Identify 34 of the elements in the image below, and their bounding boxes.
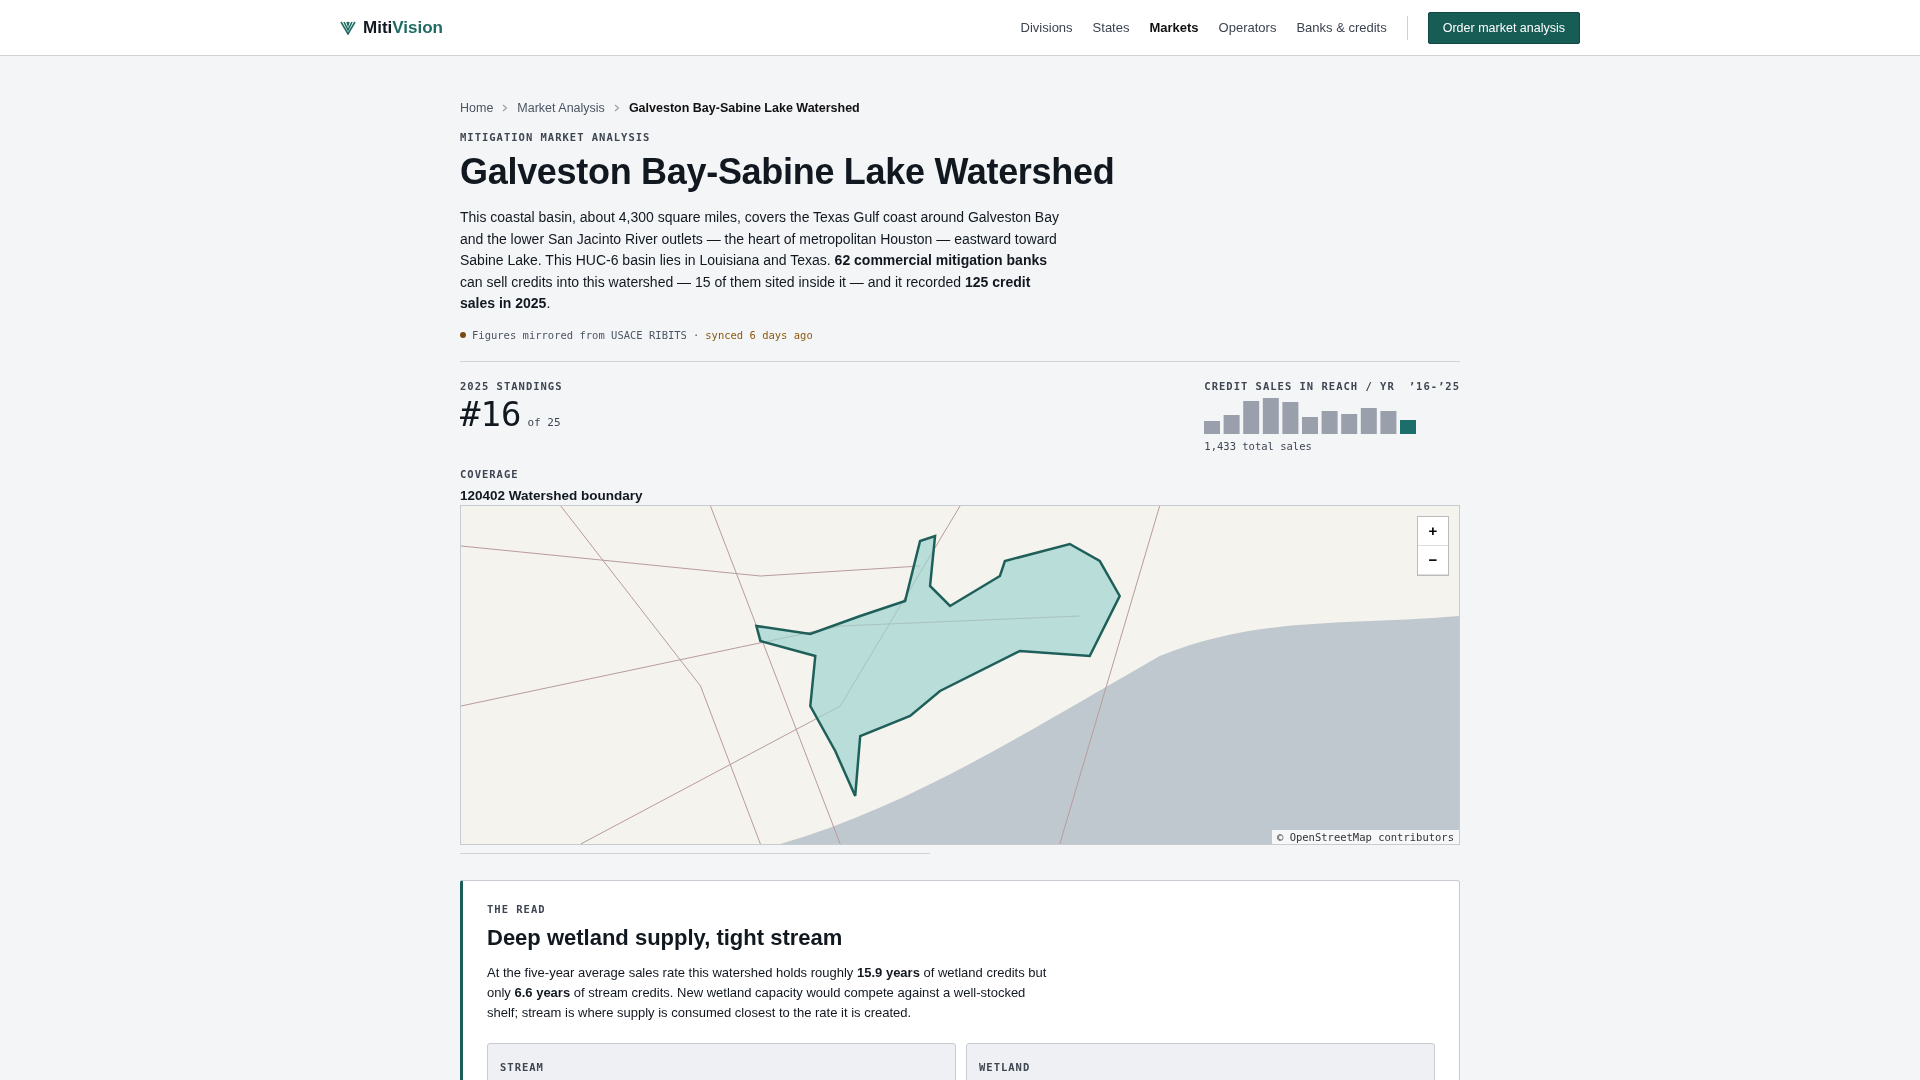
year-range: ’16-’25 bbox=[1408, 379, 1460, 392]
sync-status: synced 6 days ago bbox=[705, 328, 813, 341]
panel-label: WETLAND bbox=[979, 1060, 1031, 1073]
nav-link[interactable]: Divisions bbox=[1020, 20, 1073, 35]
eyebrow: MITIGATION MARKET ANALYSIS bbox=[460, 131, 652, 143]
boundary-label: 120402 Watershed boundary bbox=[460, 487, 644, 503]
logo-icon bbox=[340, 20, 356, 35]
sales-label: CREDIT SALES IN REACH / YR bbox=[1204, 379, 1395, 392]
order-button[interactable]: Order market analysis bbox=[1427, 11, 1580, 44]
standings-label: 2025 STANDINGS bbox=[460, 379, 563, 392]
read-eyebrow: THE READ bbox=[487, 902, 547, 915]
page-title: Galveston Bay-Sabine Lake Watershed bbox=[460, 151, 1116, 193]
chevron-icon bbox=[613, 104, 620, 112]
intro-paragraph: This coastal basin, about 4,300 square miles, covers the Texas Gulf coast around Galveston Bay and the lower San Jacinto River outlets — the heart of metropolitan Houston — eastward toward Sabine Lake. This HUC-6 basin lies in Louisiana and Texas. 62 commercial mitigation banks can sell credits into this watershed — 15 of them sited inside it — and it recorded 125 credit sales in 2025. bbox=[460, 208, 1060, 313]
nav-link[interactable]: Banks & credits bbox=[1296, 20, 1387, 35]
status-dot bbox=[460, 331, 466, 338]
rank-total: of 25 bbox=[527, 415, 561, 429]
breadcrumb-link[interactable]: Home bbox=[460, 101, 494, 115]
breadcrumb-current: Galveston Bay-Sabine Lake Watershed bbox=[628, 101, 860, 115]
total-sales: 1,433 total sales bbox=[1204, 439, 1312, 452]
chevron-icon bbox=[502, 104, 509, 112]
panel-label: STREAM bbox=[500, 1060, 544, 1073]
read-title: Deep wetland supply, tight stream bbox=[487, 924, 844, 951]
breadcrumb-link[interactable]: Market Analysis bbox=[517, 101, 605, 115]
source-note: Figures mirrored from USACE RIBITS bbox=[472, 328, 687, 341]
rank-value: #16 bbox=[460, 393, 522, 434]
read-paragraph: At the five-year average sales rate this watershed holds roughly 15.9 years of wetland credits but only 6.6 years of stream credits. New wetland capacity would compete against a well-stocked shelf; stream is where supply is consumed closest to the rate it is created. bbox=[487, 963, 1047, 1022]
map[interactable]: + − © OpenStreetMap contributors bbox=[460, 504, 1460, 845]
nav-link[interactable]: Markets bbox=[1149, 20, 1199, 35]
coverage-label: COVERAGE bbox=[460, 467, 520, 480]
separator: · bbox=[692, 328, 700, 341]
nav-link[interactable]: States bbox=[1092, 20, 1130, 35]
nav-link[interactable]: Operators bbox=[1218, 20, 1277, 35]
brand-name[interactable]: MitiVision bbox=[363, 17, 443, 38]
